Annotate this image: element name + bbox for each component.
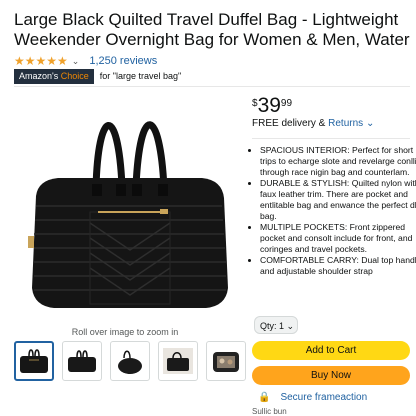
badge-keyword: for "large travel bag" [99,71,182,81]
chevron-down-icon[interactable]: ⌄ [366,118,374,129]
thumbnail-5[interactable] [206,341,246,381]
star-rating-icon[interactable]: ★★★★★ [14,54,68,68]
sold-by: Sullic bun [252,407,287,416]
delivery-info: FREE delivery & Returns ⌄ [252,118,374,129]
amazons-choice-badge: Amazon's Choice [14,68,94,84]
price-fraction: 99 [280,98,293,109]
thumbnail-strip [14,341,246,381]
product-title-line2: Weekender Overnight Bag for Women & Men,… [14,30,410,49]
secure-label: Secure frameaction [280,392,368,403]
list-item: SPACIOUS INTERIOR: Perfect for short tri… [260,145,416,178]
lock-icon: 🔒 [258,392,271,403]
divider [252,138,410,139]
product-main-image[interactable] [14,88,244,323]
thumbnail-4[interactable] [158,341,198,381]
price-whole: 39 [257,94,281,117]
secure-transaction[interactable]: 🔒 Secure frameaction [258,392,367,403]
chevron-down-icon: ⌄ [286,321,295,331]
product-title: Large Black Quilted Travel Duffel Bag - … [14,10,410,50]
rating-row: ★★★★★ ⌄ 1,250 reviews [14,54,157,68]
zoom-hint: Roll over image to zoom in [71,327,179,337]
chevron-down-icon[interactable]: ⌄ [72,56,80,67]
thumbnail-1[interactable] [14,341,54,381]
buy-now-button[interactable]: Buy Now [252,366,410,385]
thumbnail-3[interactable] [110,341,150,381]
list-item: DURABLE & STYLISH: Quilted nylon with fa… [260,178,416,222]
reviews-link[interactable]: 1,250 reviews [89,55,157,67]
returns-link[interactable]: Returns [328,118,363,129]
feature-bullets: SPACIOUS INTERIOR: Perfect for short tri… [250,145,416,277]
divider [14,86,410,87]
badge-suffix: Choice [60,70,89,81]
list-item: MULTIPLE POCKETS: Front zippered pocket … [260,222,416,255]
quantity-select[interactable]: Qty: 1 ⌄ [254,316,298,334]
badge-prefix: Amazon's [19,70,59,81]
amazons-choice-row: Amazon's Choice for "large travel bag" [14,68,182,84]
add-to-cart-button[interactable]: Add to Cart [252,341,410,360]
list-item: COMFORTABLE CARRY: Dual top handles and … [260,255,416,277]
product-title-line1: Large Black Quilted Travel Duffel Bag - … [14,10,399,29]
thumbnail-2[interactable] [62,341,102,381]
quantity-label: Qty: 1 [260,321,285,331]
delivery-text: FREE delivery & [252,118,329,129]
price: $ 39 99 [252,95,292,116]
